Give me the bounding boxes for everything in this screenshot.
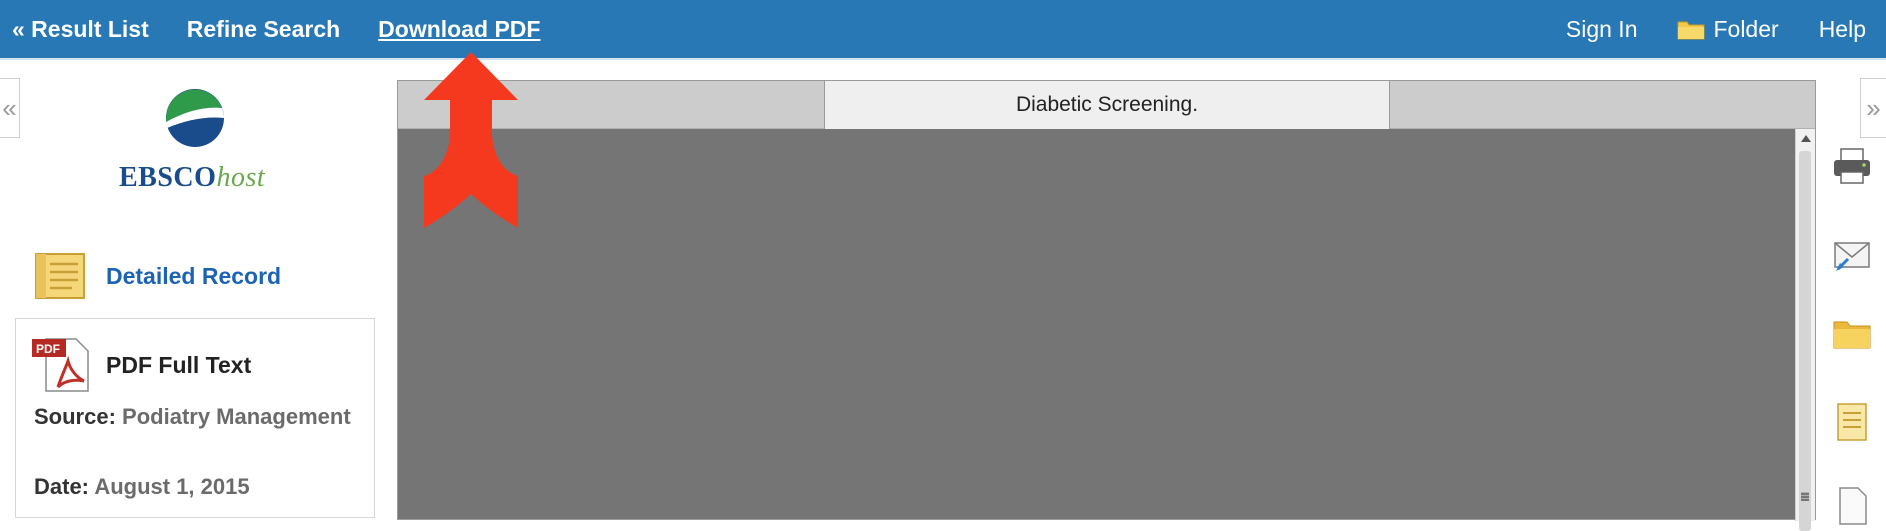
- date-value: August 1, 2015: [94, 474, 250, 499]
- detailed-record-link[interactable]: Detailed Record: [32, 252, 281, 300]
- export-icon[interactable]: [1832, 486, 1872, 526]
- detailed-record-icon: [35, 253, 85, 299]
- scrollbar-thumb[interactable]: [1799, 151, 1811, 531]
- ebscohost-logo: EBSCOhost: [112, 88, 282, 198]
- refine-search-link[interactable]: Refine Search: [187, 16, 340, 43]
- svg-text:PDF: PDF: [36, 342, 60, 356]
- source-label: Source:: [34, 404, 116, 429]
- scroll-up-arrow-icon[interactable]: [1801, 135, 1811, 142]
- help-link[interactable]: Help: [1819, 16, 1866, 43]
- email-icon[interactable]: [1832, 235, 1872, 275]
- date-field: Date: August 1, 2015: [34, 471, 364, 503]
- toolbar-right-nav: Sign In Folder Help: [1526, 0, 1866, 58]
- sign-in-link[interactable]: Sign In: [1566, 16, 1638, 43]
- ebscohost-wordmark: EBSCOhost: [119, 162, 266, 193]
- top-toolbar: « Result List Refine Search Download PDF…: [0, 0, 1886, 60]
- document-tab[interactable]: Diabetic Screening.: [824, 81, 1390, 129]
- detailed-record-label: Detailed Record: [106, 262, 282, 289]
- download-pdf-link[interactable]: Download PDF: [378, 16, 540, 43]
- pdf-icon: PDF: [32, 338, 89, 392]
- folder-icon: [1677, 21, 1705, 40]
- collapse-left-panel-button[interactable]: «: [0, 78, 20, 138]
- cite-icon[interactable]: [1832, 402, 1872, 442]
- toolbar-left-nav: « Result List Refine Search Download PDF: [12, 0, 578, 58]
- viewer-tab-bar: Diabetic Screening.: [398, 81, 1815, 129]
- pdf-full-text-panel: PDF PDF Full Text Source: Podiatry Manag…: [15, 318, 375, 518]
- folder-link[interactable]: Folder: [1677, 15, 1779, 43]
- date-label: Date:: [34, 474, 90, 499]
- result-list-link[interactable]: « Result List: [12, 16, 149, 43]
- print-icon[interactable]: [1832, 146, 1872, 186]
- source-value: Podiatry Management: [122, 404, 351, 429]
- annotation-arrow-icon: [424, 52, 518, 228]
- scrollbar-grip-icon: ▬ ▬ ▬: [1801, 488, 1809, 503]
- collapse-right-panel-button[interactable]: »: [1860, 78, 1886, 138]
- folder-icon[interactable]: [1832, 314, 1872, 354]
- pdf-full-text-link[interactable]: PDF PDF Full Text: [32, 337, 251, 393]
- source-field: Source: Podiatry Management: [34, 401, 364, 433]
- ebsco-globe-icon: [166, 89, 224, 147]
- pdf-full-text-label: PDF Full Text: [106, 351, 252, 378]
- pdf-viewer: Diabetic Screening. ▬ ▬ ▬: [397, 80, 1816, 531]
- folder-label: Folder: [1713, 15, 1779, 42]
- viewer-scrollbar[interactable]: ▬ ▬ ▬: [1795, 129, 1815, 531]
